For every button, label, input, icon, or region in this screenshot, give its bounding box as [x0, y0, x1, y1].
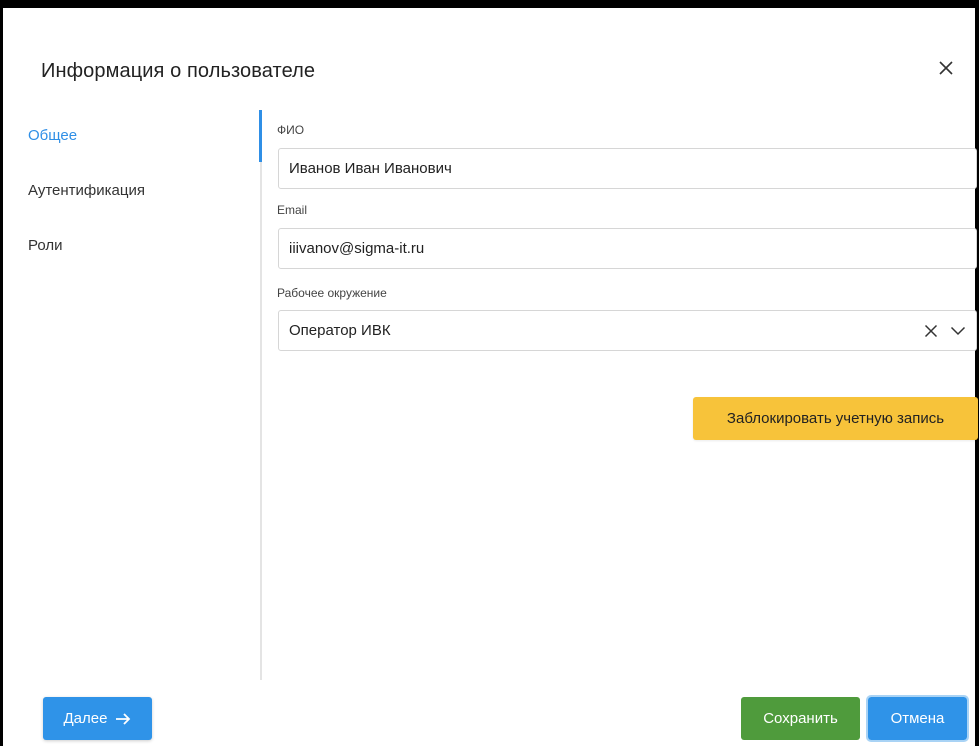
environment-label: Рабочее окружение: [277, 286, 387, 300]
next-button-label: Далее: [63, 710, 108, 727]
next-button[interactable]: Далее: [43, 697, 152, 740]
email-value: iiivanov@sigma-it.ru: [289, 240, 425, 257]
fio-field[interactable]: Иванов Иван Иванович: [278, 148, 977, 189]
close-icon: [939, 61, 953, 75]
lock-account-button[interactable]: Заблокировать учетную запись: [693, 397, 978, 440]
nav-active-indicator: [259, 110, 262, 162]
dialog-title: Информация о пользователе: [41, 60, 316, 82]
sidebar-item-general[interactable]: Общее: [28, 127, 77, 144]
sidebar-item-roles[interactable]: Роли: [28, 237, 63, 254]
fio-value: Иванов Иван Иванович: [289, 160, 452, 177]
arrow-right-icon: [116, 712, 131, 725]
email-label: Email: [277, 203, 308, 217]
nav-divider: [260, 110, 262, 680]
clear-icon[interactable]: [924, 324, 938, 338]
environment-value: Оператор ИВК: [289, 322, 391, 339]
email-field[interactable]: iiivanov@sigma-it.ru: [278, 228, 977, 269]
user-info-dialog: Информация о пользователе Общее Аутентиф…: [0, 0, 979, 746]
cancel-button[interactable]: Отмена: [866, 695, 969, 742]
close-button[interactable]: [933, 55, 959, 81]
environment-select[interactable]: Оператор ИВК: [278, 310, 977, 351]
fio-label: ФИО: [277, 123, 305, 137]
chevron-down-icon[interactable]: [950, 326, 966, 336]
save-button[interactable]: Сохранить: [741, 697, 860, 740]
sidebar-item-authentication[interactable]: Аутентификация: [28, 182, 145, 199]
